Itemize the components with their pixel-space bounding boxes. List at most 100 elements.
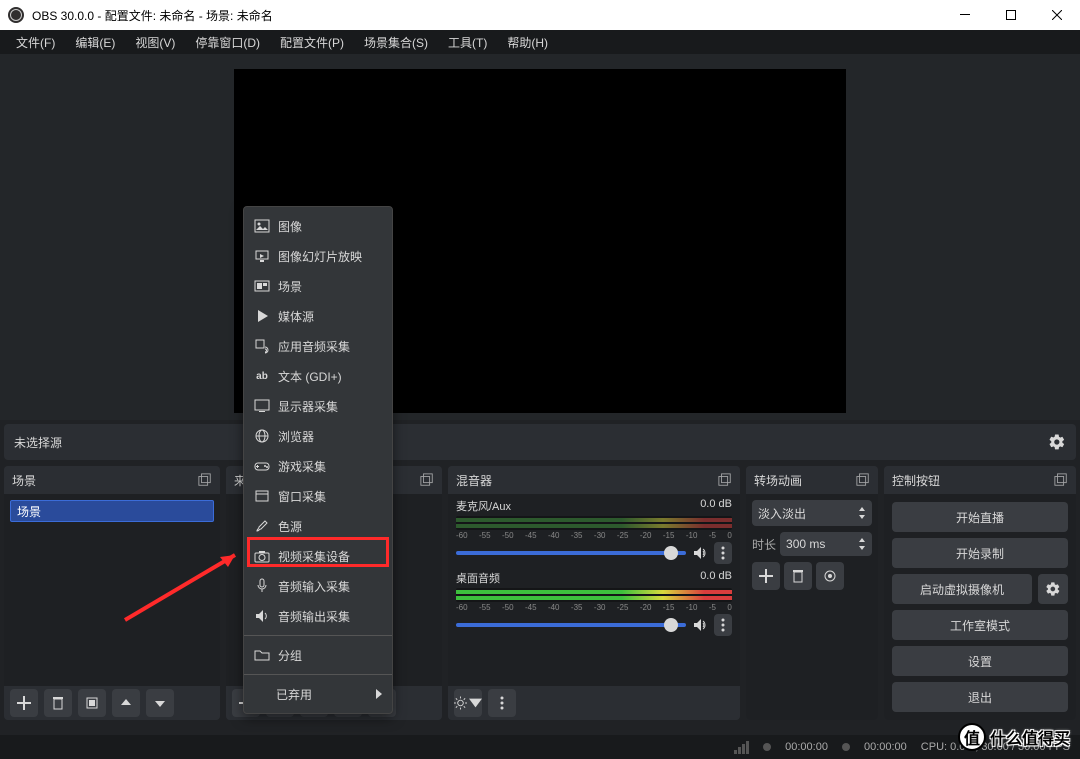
live-time: 00:00:00 (785, 741, 828, 753)
scene-icon (254, 278, 270, 294)
volume-slider[interactable] (456, 623, 686, 627)
window-title: OBS 30.0.0 - 配置文件: 未命名 - 场景: 未命名 (32, 7, 273, 24)
source-audio-input[interactable]: 音频输入采集 (244, 571, 392, 601)
undock-icon[interactable] (198, 473, 212, 487)
display-icon (254, 398, 270, 414)
mixer-channel-mic: 麦克风/Aux0.0 dB -60-55-50-45-40-35-30-25-2… (448, 494, 740, 566)
minimize-button[interactable] (942, 0, 988, 30)
source-app-audio[interactable]: 应用音频采集 (244, 331, 392, 361)
dock-transitions: 转场动画 淡入淡出 时长 300 ms (746, 466, 878, 720)
remove-transition-button[interactable] (784, 562, 812, 590)
text-icon: ab (254, 368, 270, 384)
scene-filters-button[interactable] (78, 689, 106, 717)
menu-profile[interactable]: 配置文件(P) (270, 30, 354, 55)
add-scene-button[interactable] (10, 689, 38, 717)
duration-input[interactable]: 300 ms (780, 532, 872, 556)
menu-scene-collection[interactable]: 场景集合(S) (354, 30, 438, 55)
source-browser[interactable]: 浏览器 (244, 421, 392, 451)
brush-icon (254, 518, 270, 534)
dock-mixer-title: 混音器 (456, 472, 492, 489)
source-toolbar: 未选择源 (4, 424, 1076, 460)
start-streaming-button[interactable]: 开始直播 (892, 502, 1068, 532)
menubar: 文件(F) 编辑(E) 视图(V) 停靠窗口(D) 配置文件(P) 场景集合(S… (0, 30, 1080, 54)
mixer-channel-desktop: 桌面音频0.0 dB -60-55-50-45-40-35-30-25-20-1… (448, 566, 740, 638)
source-window[interactable]: 窗口采集 (244, 481, 392, 511)
undock-icon[interactable] (856, 473, 870, 487)
folder-icon (254, 647, 270, 663)
transition-select[interactable]: 淡入淡出 (752, 500, 872, 526)
exit-button[interactable]: 退出 (892, 682, 1068, 712)
start-virtual-cam-button[interactable]: 启动虚拟摄像机 (892, 574, 1032, 604)
undock-icon[interactable] (718, 473, 732, 487)
menu-file[interactable]: 文件(F) (6, 30, 65, 55)
slideshow-icon (254, 248, 270, 264)
menu-docks[interactable]: 停靠窗口(D) (185, 30, 270, 55)
dock-controls-title: 控制按钮 (892, 472, 940, 489)
source-display[interactable]: 显示器采集 (244, 391, 392, 421)
channel-menu-button[interactable] (714, 614, 732, 636)
preview-area (0, 54, 1080, 420)
camera-icon (254, 548, 270, 564)
mixer-settings-button[interactable] (454, 689, 482, 717)
transition-properties-button[interactable] (816, 562, 844, 590)
start-recording-button[interactable]: 开始录制 (892, 538, 1068, 568)
globe-icon (254, 428, 270, 444)
close-button[interactable] (1034, 0, 1080, 30)
duration-label: 时长 (752, 536, 776, 553)
dock-scenes-title: 场景 (12, 472, 36, 489)
source-media[interactable]: 媒体源 (244, 301, 392, 331)
source-deprecated[interactable]: 已弃用 (244, 679, 392, 709)
mixer-menu-button[interactable] (488, 689, 516, 717)
network-icon (734, 741, 749, 754)
channel-menu-button[interactable] (714, 542, 732, 564)
no-source-label: 未选择源 (14, 434, 62, 451)
volume-slider[interactable] (456, 551, 686, 555)
speaker-icon[interactable] (692, 545, 708, 561)
add-transition-button[interactable] (752, 562, 780, 590)
gamepad-icon (254, 458, 270, 474)
docks-row: 场景 场景 来 混音器 (0, 460, 1080, 720)
scene-down-button[interactable] (146, 689, 174, 717)
menu-edit[interactable]: 编辑(E) (65, 30, 125, 55)
source-scene[interactable]: 场景 (244, 271, 392, 301)
statusbar: 00:00:00 00:00:00 CPU: 0.0%, 30.00 / 30.… (0, 735, 1080, 759)
watermark: 值 什么值得买 (958, 723, 1070, 751)
source-game[interactable]: 游戏采集 (244, 451, 392, 481)
app-audio-icon (254, 338, 270, 354)
rec-indicator (842, 743, 850, 751)
live-indicator (763, 743, 771, 751)
watermark-badge: 值 (958, 723, 986, 751)
speaker-icon[interactable] (692, 617, 708, 633)
menu-view[interactable]: 视图(V) (125, 30, 185, 55)
undock-icon[interactable] (420, 473, 434, 487)
undock-icon[interactable] (1054, 473, 1068, 487)
speaker-out-icon (254, 608, 270, 624)
studio-mode-button[interactable]: 工作室模式 (892, 610, 1068, 640)
source-group[interactable]: 分组 (244, 640, 392, 670)
menu-tools[interactable]: 工具(T) (438, 30, 497, 55)
scene-up-button[interactable] (112, 689, 140, 717)
menu-help[interactable]: 帮助(H) (497, 30, 558, 55)
settings-button[interactable]: 设置 (892, 646, 1068, 676)
window-icon (254, 488, 270, 504)
dock-controls: 控制按钮 开始直播 开始录制 启动虚拟摄像机 工作室模式 设置 退出 (884, 466, 1076, 720)
watermark-text: 什么值得买 (990, 725, 1070, 749)
gear-icon[interactable] (1048, 433, 1066, 451)
obs-logo-icon (8, 7, 24, 23)
scene-item[interactable]: 场景 (10, 500, 214, 522)
image-icon (254, 218, 270, 234)
remove-scene-button[interactable] (44, 689, 72, 717)
source-video-capture[interactable]: 视频采集设备 (244, 541, 392, 571)
virtual-cam-settings-button[interactable] (1038, 574, 1068, 604)
source-slideshow[interactable]: 图像幻灯片放映 (244, 241, 392, 271)
source-color[interactable]: 色源 (244, 511, 392, 541)
source-image[interactable]: 图像 (244, 211, 392, 241)
dock-transitions-title: 转场动画 (754, 472, 802, 489)
dock-mixer: 混音器 麦克风/Aux0.0 dB -60-55-50-45-40-35-30-… (448, 466, 740, 720)
source-audio-output[interactable]: 音频输出采集 (244, 601, 392, 631)
play-icon (254, 308, 270, 324)
source-text[interactable]: ab文本 (GDI+) (244, 361, 392, 391)
mic-icon (254, 578, 270, 594)
dock-scenes: 场景 场景 (4, 466, 220, 720)
maximize-button[interactable] (988, 0, 1034, 30)
